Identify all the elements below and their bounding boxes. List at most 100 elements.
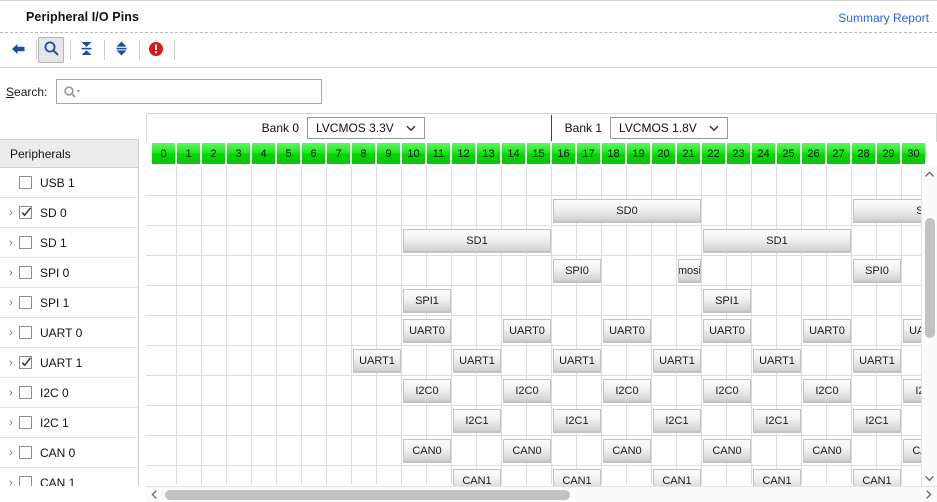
pin-block-i2c1[interactable]: I2C1 — [553, 409, 601, 433]
pin-block-i2c1[interactable]: I2C1 — [753, 409, 801, 433]
pin-block-uart1[interactable]: UART1 — [353, 349, 401, 373]
pin-block-i2c1[interactable]: I2C1 — [453, 409, 501, 433]
bank-1-io-standard-select[interactable]: LVCMOS 1.8V — [610, 116, 728, 139]
pin-block-sd0[interactable]: SD0 — [553, 199, 701, 223]
sidebar-item-i2c-1[interactable]: › I2C 1 — [0, 408, 138, 438]
pin-header-18[interactable]: 18 — [602, 143, 626, 164]
sidebar-item-usb-1[interactable]: USB 1 — [0, 168, 138, 198]
peripheral-checkbox[interactable] — [19, 356, 32, 369]
pin-block-i2c1[interactable]: I2C1 — [653, 409, 701, 433]
pin-block-uart0[interactable]: UART0 — [403, 319, 451, 343]
pin-block-uart1[interactable]: UART1 — [553, 349, 601, 373]
sidebar-item-sd-1[interactable]: › SD 1 — [0, 228, 138, 258]
pin-header-12[interactable]: 12 — [452, 143, 476, 164]
pin-header-0[interactable]: 0 — [152, 143, 176, 164]
pin-header-17[interactable]: 17 — [577, 143, 601, 164]
pin-header-3[interactable]: 3 — [227, 143, 251, 164]
chevron-right-icon[interactable]: › — [6, 357, 16, 369]
chevron-right-icon[interactable]: › — [6, 387, 16, 399]
pin-header-15[interactable]: 15 — [527, 143, 551, 164]
pin-block-spi1[interactable]: SPI1 — [403, 289, 451, 313]
pin-header-23[interactable]: 23 — [727, 143, 751, 164]
pin-block-uart0[interactable]: UART0 — [603, 319, 651, 343]
horizontal-scrollbar-thumb[interactable] — [165, 490, 570, 500]
pin-block-i2c0[interactable]: I2C0 — [603, 379, 651, 403]
vertical-scrollbar[interactable] — [921, 166, 937, 486]
pin-block-uart0[interactable]: UART0 — [703, 319, 751, 343]
sidebar-item-can-0[interactable]: › CAN 0 — [0, 438, 138, 468]
pin-block-can0[interactable]: CAN0 — [503, 439, 551, 463]
chevron-right-icon[interactable]: › — [6, 237, 16, 249]
collapse-all-button[interactable] — [73, 37, 99, 63]
pin-header-29[interactable]: 29 — [877, 143, 901, 164]
pin-header-16[interactable]: 16 — [552, 143, 576, 164]
peripheral-checkbox[interactable] — [19, 326, 32, 339]
peripheral-checkbox[interactable] — [19, 236, 32, 249]
vertical-scrollbar-thumb[interactable] — [925, 218, 935, 338]
peripheral-checkbox[interactable] — [19, 266, 32, 279]
horizontal-scrollbar[interactable] — [146, 486, 937, 502]
peripheral-checkbox[interactable] — [19, 386, 32, 399]
pin-block-i2c0[interactable]: I2C0 — [403, 379, 451, 403]
scroll-up-arrow-icon[interactable] — [922, 166, 937, 182]
pin-header-19[interactable]: 19 — [627, 143, 651, 164]
chevron-right-icon[interactable]: › — [6, 207, 16, 219]
pin-header-10[interactable]: 10 — [402, 143, 426, 164]
bank-0-io-standard-select[interactable]: LVCMOS 3.3V — [307, 116, 425, 139]
pin-block-sd1[interactable]: SD1 — [703, 229, 851, 253]
sidebar-item-uart-1[interactable]: › UART 1 — [0, 348, 138, 378]
pin-header-24[interactable]: 24 — [752, 143, 776, 164]
pin-block-i2c0[interactable]: I2C0 — [503, 379, 551, 403]
pin-header-6[interactable]: 6 — [302, 143, 326, 164]
pin-block-uart1[interactable]: UART1 — [653, 349, 701, 373]
sidebar-item-uart-0[interactable]: › UART 0 — [0, 318, 138, 348]
search-box[interactable] — [56, 79, 322, 105]
pin-header-11[interactable]: 11 — [427, 143, 451, 164]
pin-header-30[interactable]: 30 — [902, 143, 926, 164]
peripheral-checkbox[interactable] — [19, 296, 32, 309]
pin-header-22[interactable]: 22 — [702, 143, 726, 164]
pin-header-13[interactable]: 13 — [477, 143, 501, 164]
pin-block-mosi[interactable]: mosi — [678, 259, 701, 283]
peripheral-checkbox[interactable] — [19, 416, 32, 429]
expand-all-button[interactable] — [108, 37, 134, 63]
pin-header-8[interactable]: 8 — [352, 143, 376, 164]
pin-block-uart1[interactable]: UART1 — [453, 349, 501, 373]
chevron-right-icon[interactable]: › — [6, 327, 16, 339]
pin-header-20[interactable]: 20 — [652, 143, 676, 164]
pin-block-uart0[interactable]: UART0 — [503, 319, 551, 343]
pin-header-25[interactable]: 25 — [777, 143, 801, 164]
scroll-down-arrow-icon[interactable] — [922, 470, 937, 486]
back-arrow-button[interactable] — [5, 37, 31, 63]
peripheral-checkbox[interactable] — [19, 176, 32, 189]
pin-block-spi0[interactable]: SPI0 — [553, 259, 601, 283]
pin-block-can0[interactable]: CAN0 — [603, 439, 651, 463]
pin-header-21[interactable]: 21 — [677, 143, 701, 164]
chevron-right-icon[interactable]: › — [6, 267, 16, 279]
error-button[interactable] — [143, 37, 169, 63]
chevron-right-icon[interactable]: › — [6, 447, 16, 459]
sidebar-item-spi-1[interactable]: › SPI 1 — [0, 288, 138, 318]
search-input[interactable] — [85, 80, 321, 105]
search-button[interactable] — [38, 37, 64, 63]
pin-block-i2c0[interactable]: I2C0 — [703, 379, 751, 403]
pin-block-can0[interactable]: CAN0 — [703, 439, 751, 463]
pin-header-27[interactable]: 27 — [827, 143, 851, 164]
chevron-right-icon[interactable]: › — [6, 297, 16, 309]
pin-block-i2c0[interactable]: I2C0 — [803, 379, 851, 403]
chevron-right-icon[interactable]: › — [6, 417, 16, 429]
summary-report-link[interactable]: Summary Report — [838, 11, 929, 25]
pin-block-can0[interactable]: CAN0 — [803, 439, 851, 463]
pin-block-uart1[interactable]: UART1 — [753, 349, 801, 373]
sidebar-item-i2c-0[interactable]: › I2C 0 — [0, 378, 138, 408]
pin-header-7[interactable]: 7 — [327, 143, 351, 164]
pin-block-uart1[interactable]: UART1 — [853, 349, 901, 373]
pin-header-4[interactable]: 4 — [252, 143, 276, 164]
scroll-right-arrow-icon[interactable] — [920, 487, 936, 502]
sidebar-item-spi-0[interactable]: › SPI 0 — [0, 258, 138, 288]
pin-header-26[interactable]: 26 — [802, 143, 826, 164]
peripheral-checkbox[interactable] — [19, 206, 32, 219]
pin-header-9[interactable]: 9 — [377, 143, 401, 164]
pin-block-uart0[interactable]: UART0 — [803, 319, 851, 343]
pin-header-14[interactable]: 14 — [502, 143, 526, 164]
